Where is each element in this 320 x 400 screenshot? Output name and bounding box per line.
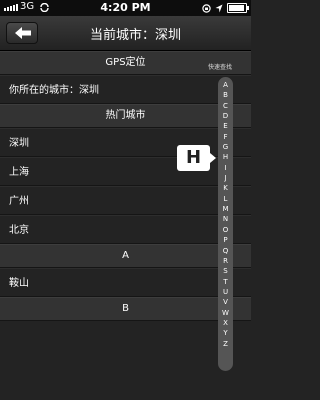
index-letter[interactable]: G [218,142,233,152]
status-bar: 3G 4:20 PM [0,0,251,16]
quick-search-label: 快速查找 [208,64,233,71]
city-list[interactable]: GPS定位 你所在的城市：深圳 热门城市 深圳 上海 广州 北京 A 鞍山 B [0,51,251,321]
index-letter[interactable]: A [218,80,233,90]
index-letter[interactable]: N [218,214,233,224]
navigation-bar: 当前城市：深圳 [0,16,251,51]
index-letter[interactable]: Z [218,339,233,349]
location-icon [215,4,223,12]
index-letter[interactable]: D [218,111,233,121]
index-letter[interactable]: B [218,90,233,100]
section-header-hot: 热门城市 [0,104,251,128]
current-city-row[interactable]: 你所在的城市：深圳 [0,75,251,104]
index-letter[interactable]: Y [218,328,233,338]
index-letter[interactable]: V [218,297,233,307]
index-letter[interactable]: U [218,287,233,297]
city-row[interactable]: 鞍山 [0,268,251,297]
index-letter[interactable]: X [218,318,233,328]
index-letter[interactable]: E [218,121,233,131]
index-letter[interactable]: F [218,132,233,142]
index-letter[interactable]: R [218,256,233,266]
index-letter[interactable]: O [218,225,233,235]
section-header-a: A [0,244,251,268]
index-letter[interactable]: I [218,163,233,173]
city-row[interactable]: 广州 [0,186,251,215]
lock-rotation-icon [202,3,211,13]
page-title: 当前城市：深圳 [89,28,181,43]
index-letter[interactable]: H [218,152,233,162]
index-letter[interactable]: C [218,101,233,111]
back-button[interactable] [6,22,38,44]
index-letter[interactable]: J [218,173,233,183]
city-row[interactable]: 北京 [0,215,251,244]
index-letter[interactable]: P [218,235,233,245]
back-arrow-icon [15,27,31,39]
index-letter[interactable]: T [218,277,233,287]
index-letter[interactable]: L [218,194,233,204]
index-letter[interactable]: Q [218,246,233,256]
index-letter[interactable]: K [218,183,233,193]
alphabet-index[interactable]: ABCDEFGHIJKLMNOPQRSTUVWXYZ [218,77,233,371]
index-letter[interactable]: M [218,204,233,214]
index-letter-bubble: H [177,145,216,171]
battery-icon [227,3,249,13]
index-letter[interactable]: W [218,308,233,318]
section-header-b: B [0,297,251,321]
index-letter[interactable]: S [218,266,233,276]
